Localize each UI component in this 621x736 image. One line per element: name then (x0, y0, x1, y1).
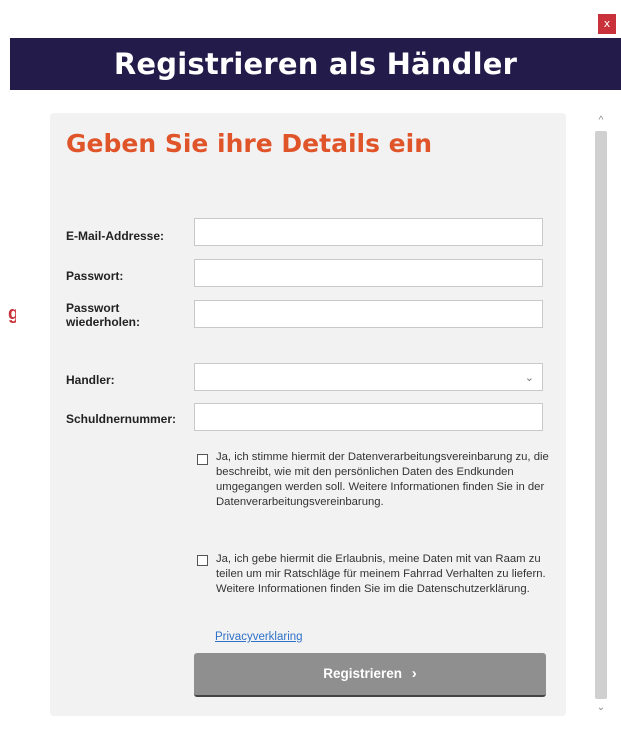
email-label: E-Mail-Addresse: (66, 229, 165, 243)
scrollbar[interactable]: ^ ⌄ (593, 113, 609, 716)
scroll-down-icon[interactable]: ⌄ (593, 700, 609, 716)
scroll-thumb[interactable] (595, 131, 607, 699)
privacy-link[interactable]: Privacyverklaring (215, 631, 303, 643)
debtor-number-label: Schuldnernummer: (66, 412, 177, 426)
close-button[interactable]: x (598, 14, 616, 34)
chevron-down-icon: ⌄ (524, 372, 534, 384)
consent-sharing-text: Ja, ich gebe hiermit die Erlaubnis, mein… (216, 553, 546, 595)
password-repeat-input[interactable] (194, 300, 543, 328)
email-input[interactable] (194, 218, 543, 246)
consent-sharing-checkbox[interactable] (197, 555, 208, 566)
form-heading: Geben Sie ihre Details ein (66, 129, 432, 158)
consent-processing-checkbox[interactable] (197, 454, 208, 465)
consent-processing-text: Ja, ich stimme hiermit der Datenverarbei… (216, 451, 549, 508)
modal-header: Registrieren als Händler (10, 38, 621, 90)
register-button-label: Registrieren (323, 666, 402, 681)
register-button[interactable]: Registrieren › (194, 653, 546, 697)
password-input[interactable] (194, 259, 543, 287)
scroll-up-icon[interactable]: ^ (593, 113, 609, 129)
chevron-right-icon: › (411, 665, 417, 682)
debtor-number-input[interactable] (194, 403, 543, 431)
background-page (0, 0, 10, 736)
modal-title: Registrieren als Händler (113, 47, 518, 81)
password-label: Passwort: (66, 269, 124, 283)
dealer-label: Handler: (66, 373, 115, 387)
dealer-select[interactable]: ⌄ (194, 363, 543, 391)
password-repeat-label: Passwort wiederholen: (66, 301, 141, 329)
registration-form: Geben Sie ihre Details ein E-Mail-Addres… (50, 113, 566, 716)
